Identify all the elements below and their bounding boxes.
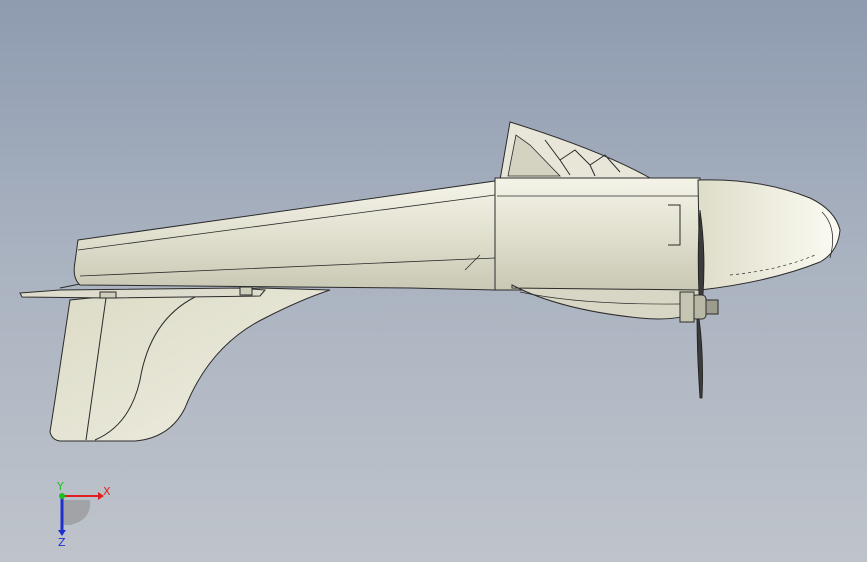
z-axis-label: Z	[58, 536, 66, 549]
triad-shadow	[62, 500, 91, 525]
axis-triad: X Y Z	[56, 480, 111, 549]
propeller-blade-bottom	[696, 317, 703, 399]
aircraft-model[interactable]	[0, 0, 867, 562]
y-axis-dot	[59, 493, 65, 499]
main-fuselage	[494, 177, 701, 291]
nose-cone	[697, 179, 841, 291]
tail-bracket-2	[99, 291, 117, 299]
stabilizer	[19, 287, 267, 299]
x-axis-label: X	[103, 485, 111, 498]
3d-viewport[interactable]: X Y Z	[0, 0, 867, 562]
tail-fin	[49, 287, 331, 442]
prop-nut	[705, 299, 719, 315]
motor-mount	[679, 291, 695, 323]
belly-pod	[511, 284, 701, 320]
tail-bracket-3	[239, 286, 253, 296]
y-axis-label: Y	[56, 480, 64, 493]
